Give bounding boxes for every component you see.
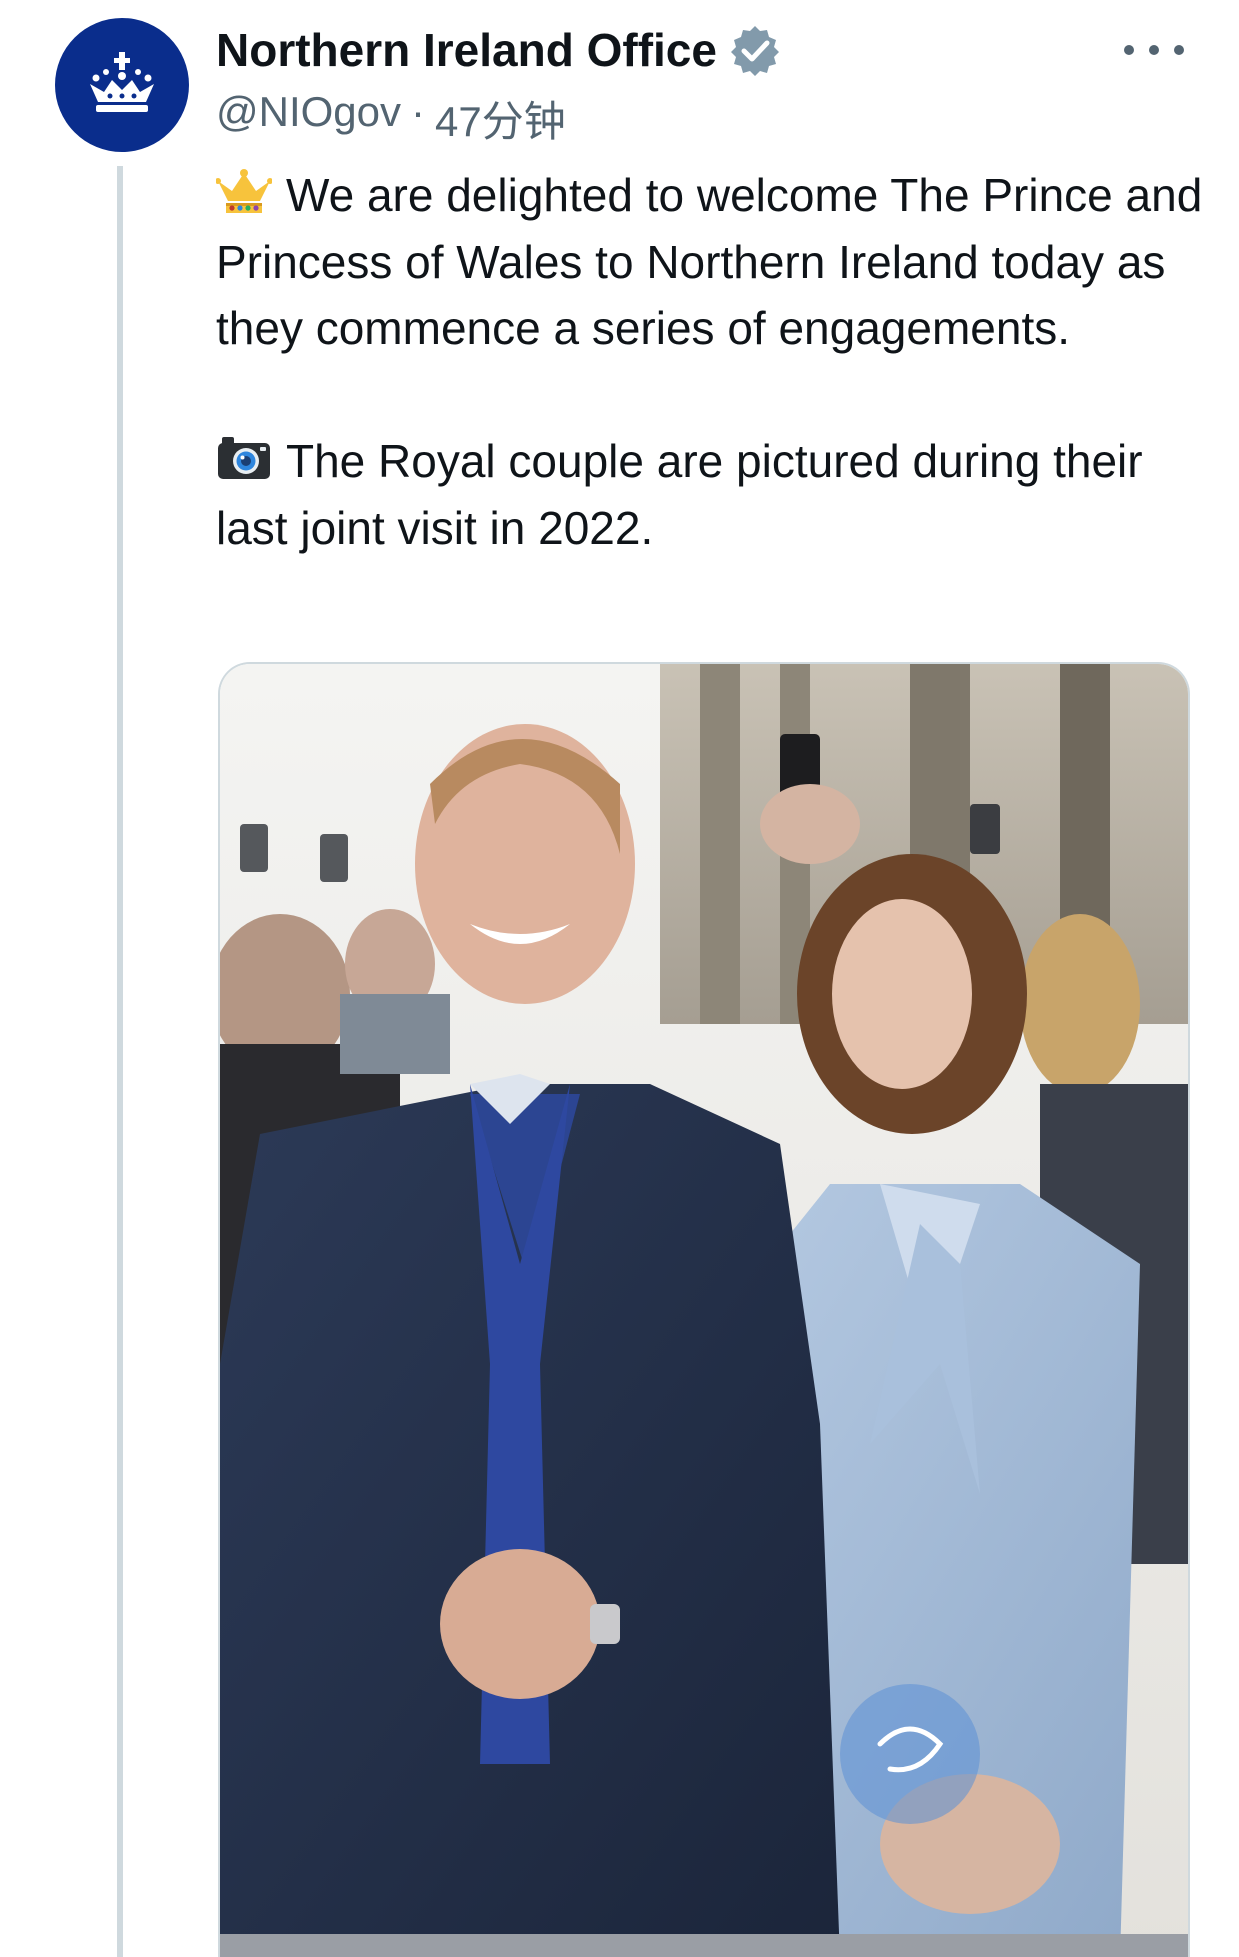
dot [1149,45,1159,55]
tweet-paragraph-2-text: The Royal couple are pictured during the… [216,435,1143,554]
handle-row: @NIOgov · 47分钟 [216,88,566,149]
thread-line [117,166,123,1957]
tweet-photo[interactable] [218,662,1190,1957]
tweet-paragraph-2: The Royal couple are pictured during the… [216,428,1206,561]
more-options-icon[interactable] [1124,30,1184,70]
camera-emoji-icon [218,437,270,479]
display-name[interactable]: Northern Ireland Office [216,23,717,77]
verified-badge-icon [730,26,779,76]
avatar[interactable] [55,18,189,152]
crown-emoji-icon [216,169,272,213]
tweet-paragraph-1: We are delighted to welcome The Prince a… [216,162,1206,362]
separator: · [411,88,426,135]
crown-icon [90,52,154,112]
photo-royal-couple [220,664,1188,1957]
dot [1124,45,1134,55]
dot [1174,45,1184,55]
handle[interactable]: @NIOgov [216,88,401,149]
tweet-paragraph-1-text: We are delighted to welcome The Prince a… [216,169,1203,354]
name-row: Northern Ireland Office [216,22,781,78]
tweet-card: Northern Ireland Office @NIOgov · 47分钟 W… [0,0,1239,1957]
timestamp[interactable]: 47分钟 [435,88,566,149]
tweet-text: We are delighted to welcome The Prince a… [216,162,1206,561]
